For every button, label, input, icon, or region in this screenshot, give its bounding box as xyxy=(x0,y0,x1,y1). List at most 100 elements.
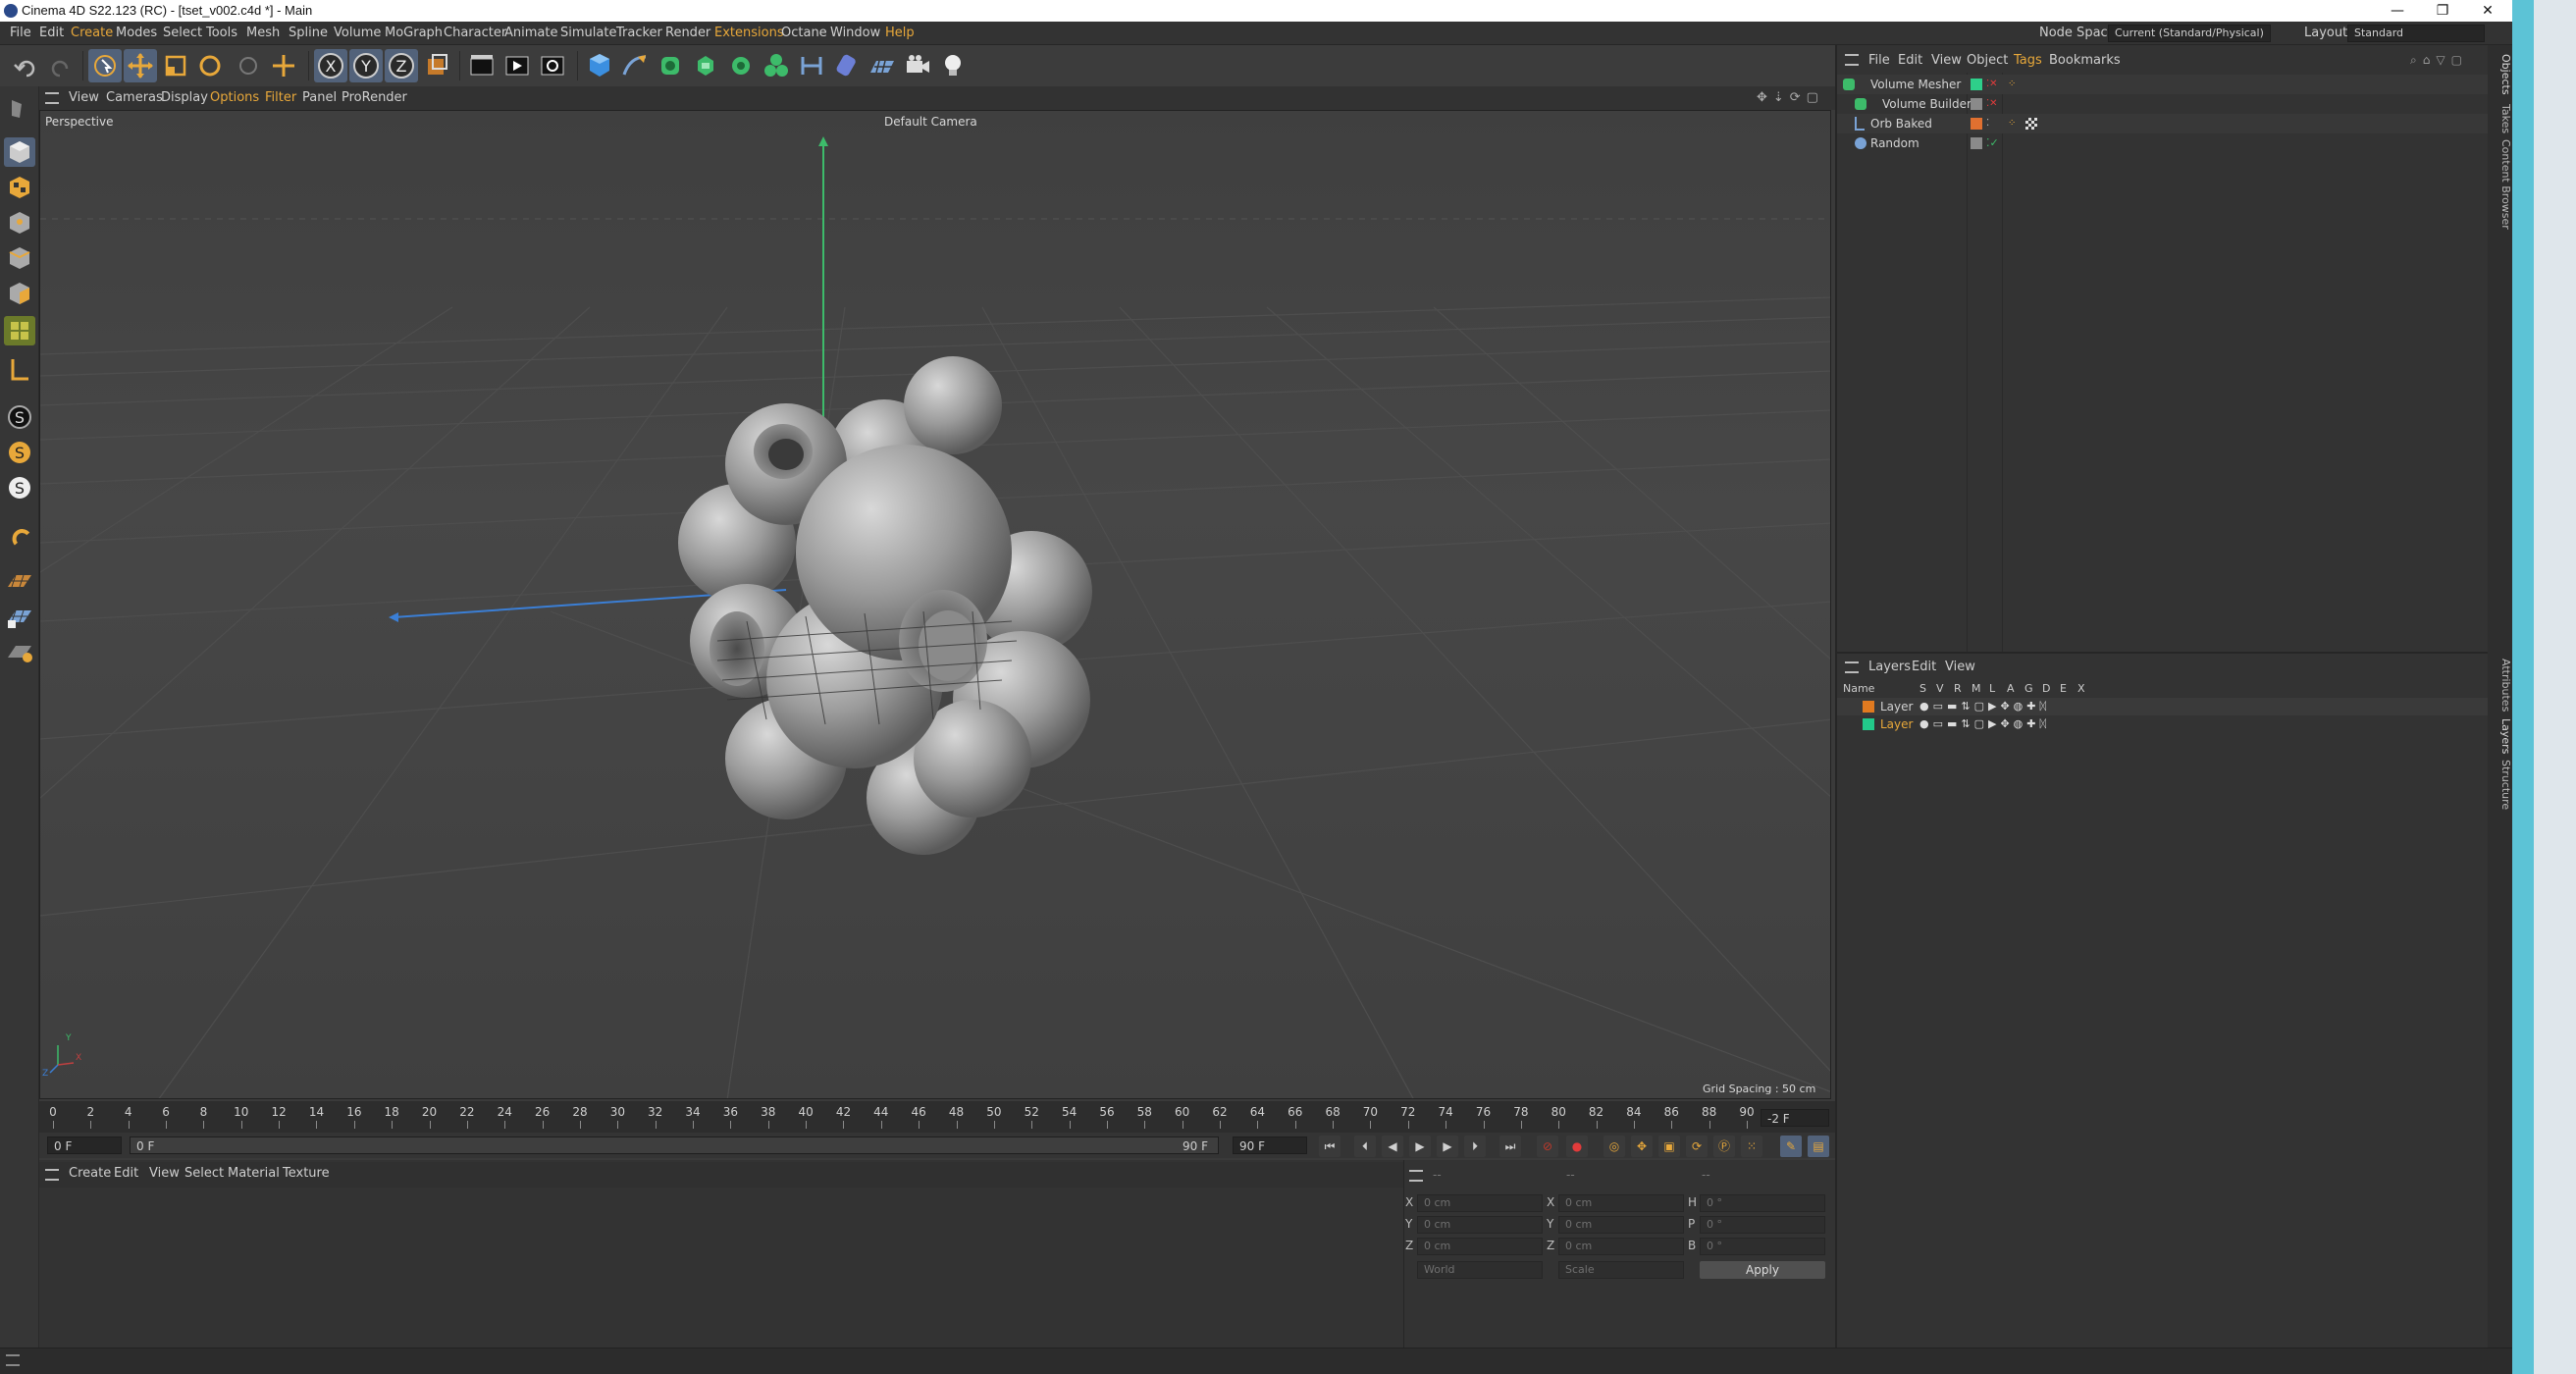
menu-simulate[interactable]: Simulate xyxy=(560,22,616,45)
status-hamburger-icon[interactable] xyxy=(6,1354,20,1366)
visibility-dots-icon[interactable]: ⁚✕ xyxy=(1986,75,1998,94)
position-z-field[interactable]: 0 cm xyxy=(1417,1238,1543,1255)
snap-settings-button[interactable]: S xyxy=(4,438,35,467)
next-frame-button[interactable]: ▶ xyxy=(1437,1136,1458,1157)
deformer-button[interactable] xyxy=(795,49,828,82)
position-key-button[interactable]: ✥ xyxy=(1631,1136,1653,1157)
viewport-menu-display[interactable]: Display xyxy=(161,86,208,110)
material-manager[interactable] xyxy=(39,1160,1403,1348)
go-to-end-button[interactable]: ⏭ xyxy=(1499,1136,1521,1157)
menu-window[interactable]: Window xyxy=(830,22,880,45)
floor-button[interactable] xyxy=(866,49,899,82)
camera-button[interactable] xyxy=(901,49,934,82)
object-row-orb-baked[interactable]: Orb Baked ⁚ ⁘ xyxy=(1837,114,2488,133)
side-tab-attributes[interactable]: Attributes xyxy=(2488,658,2512,713)
object-menu-edit[interactable]: Edit xyxy=(1898,51,1922,71)
menu-edit[interactable]: Edit xyxy=(39,22,64,45)
menu-file[interactable]: File xyxy=(10,22,31,45)
rotation-b-field[interactable]: 0 ° xyxy=(1700,1238,1825,1255)
make-editable-button[interactable] xyxy=(4,94,35,124)
rotation-p-field[interactable]: 0 ° xyxy=(1700,1216,1825,1234)
size-x-field[interactable]: 0 cm xyxy=(1558,1194,1684,1212)
menu-select[interactable]: Select xyxy=(163,22,202,45)
create-object-button[interactable] xyxy=(267,49,300,82)
viewport-menu-prorender[interactable]: ProRender xyxy=(342,86,407,110)
tweak-mode-button[interactable] xyxy=(4,520,35,550)
keyframe-selection-button[interactable]: ◎ xyxy=(1603,1136,1625,1157)
layer-menu-edit[interactable]: Edit xyxy=(1912,658,1936,677)
coordinate-system-select[interactable]: World xyxy=(1417,1261,1543,1279)
polygon-mode-button[interactable] xyxy=(4,279,35,308)
layer-toggle-icons[interactable]: ●▭▬⇅▢▶✥◍✚ᛞ xyxy=(1919,715,2050,733)
z-axis-lock-button[interactable]: Z xyxy=(385,49,418,82)
apply-button[interactable]: Apply xyxy=(1700,1261,1825,1279)
current-frame-field[interactable]: -2 F xyxy=(1761,1109,1829,1127)
enabled-check-icon[interactable]: ⁚✓ xyxy=(1986,133,1999,153)
layer-menu-layers[interactable]: Layers xyxy=(1868,658,1911,677)
snap-button[interactable]: S xyxy=(4,402,35,432)
side-tab-takes[interactable]: Takes xyxy=(2488,102,2512,135)
position-y-field[interactable]: 0 cm xyxy=(1417,1216,1543,1234)
menu-animate[interactable]: Animate xyxy=(504,22,557,45)
cube-button[interactable] xyxy=(583,49,616,82)
rotation-key-button[interactable]: ⟳ xyxy=(1686,1136,1708,1157)
position-x-field[interactable]: 0 cm xyxy=(1417,1194,1543,1212)
menu-mesh[interactable]: Mesh xyxy=(246,22,280,45)
cloner-button[interactable] xyxy=(724,49,758,82)
locked-workplane-button[interactable] xyxy=(4,601,35,630)
minimize-button[interactable]: — xyxy=(2375,0,2420,22)
rotation-h-field[interactable]: 0 ° xyxy=(1700,1194,1825,1212)
autokey-button[interactable]: ● xyxy=(1566,1136,1588,1157)
object-row-volume-mesher[interactable]: Volume Mesher ⁚✕ ⁘ xyxy=(1837,75,2488,94)
menu-character[interactable]: Character xyxy=(444,22,506,45)
redo-button[interactable] xyxy=(43,49,77,82)
render-view-button[interactable] xyxy=(465,49,499,82)
material-menu-edit[interactable]: Edit xyxy=(114,1162,138,1186)
viewport-menu-panel[interactable]: Panel xyxy=(302,86,337,110)
menu-tracker[interactable]: Tracker xyxy=(616,22,662,45)
viewport-camera-name[interactable]: Default Camera xyxy=(884,115,977,129)
planar-workplane-button[interactable] xyxy=(4,636,35,665)
point-level-key-button[interactable]: ⁙ xyxy=(1741,1136,1762,1157)
field-button[interactable] xyxy=(830,49,864,82)
material-menu-material[interactable]: Material xyxy=(228,1162,280,1186)
light-button[interactable] xyxy=(936,49,970,82)
start-frame-field[interactable]: 0 F xyxy=(47,1136,122,1154)
tag-icon[interactable]: ⁘ xyxy=(2008,114,2016,133)
object-menu-object[interactable]: Object xyxy=(1967,51,2008,71)
preview-range-slider[interactable]: 0 F 90 F xyxy=(130,1136,1219,1154)
layer-name[interactable]: Layer xyxy=(1880,715,1913,733)
viewport-menu-options[interactable]: Options xyxy=(210,86,259,110)
size-mode-select[interactable]: Scale xyxy=(1558,1261,1684,1279)
side-tab-layers[interactable]: Layers xyxy=(2488,716,2512,756)
viewport-menu-filter[interactable]: Filter xyxy=(265,86,296,110)
layout-select[interactable]: Standard xyxy=(2347,25,2485,42)
visibility-dots-icon[interactable]: ⁚ xyxy=(1986,114,1989,133)
menu-mograph[interactable]: MoGraph xyxy=(385,22,443,45)
size-z-field[interactable]: 0 cm xyxy=(1558,1238,1684,1255)
live-selection-button[interactable] xyxy=(232,49,265,82)
texture-mode-button[interactable] xyxy=(4,173,35,202)
layer-menu-view[interactable]: View xyxy=(1945,658,1975,677)
size-y-field[interactable]: 0 cm xyxy=(1558,1216,1684,1234)
orb-object[interactable] xyxy=(678,356,1092,855)
layer-hamburger-icon[interactable] xyxy=(1845,661,1859,673)
end-frame-field[interactable]: 90 F xyxy=(1233,1136,1307,1154)
axis-mode-button[interactable] xyxy=(4,355,35,385)
selection-tool-button[interactable] xyxy=(88,49,122,82)
record-keys-button[interactable]: ⊘ xyxy=(1537,1136,1558,1157)
coordinate-system-button[interactable] xyxy=(420,49,453,82)
side-tab-content-browser[interactable]: Content Browser xyxy=(2488,139,2512,230)
side-tab-objects[interactable]: Objects xyxy=(2488,51,2512,98)
menu-create[interactable]: Create xyxy=(71,22,113,45)
x-axis-lock-button[interactable]: X xyxy=(314,49,347,82)
menu-render[interactable]: Render xyxy=(665,22,710,45)
scale-key-button[interactable]: ▣ xyxy=(1658,1136,1680,1157)
render-to-picture-viewer-button[interactable] xyxy=(500,49,534,82)
model-mode-button[interactable] xyxy=(4,137,35,167)
node-space-select[interactable]: Current (Standard/Physical) xyxy=(2108,25,2271,42)
visibility-dots-icon[interactable]: ⁚✕ xyxy=(1986,94,1998,114)
material-menu-create[interactable]: Create xyxy=(69,1162,111,1186)
object-manager-search-icons[interactable]: ⌕⌂▽▢ xyxy=(2410,53,2485,69)
workplane-snap-button[interactable]: S xyxy=(4,473,35,502)
